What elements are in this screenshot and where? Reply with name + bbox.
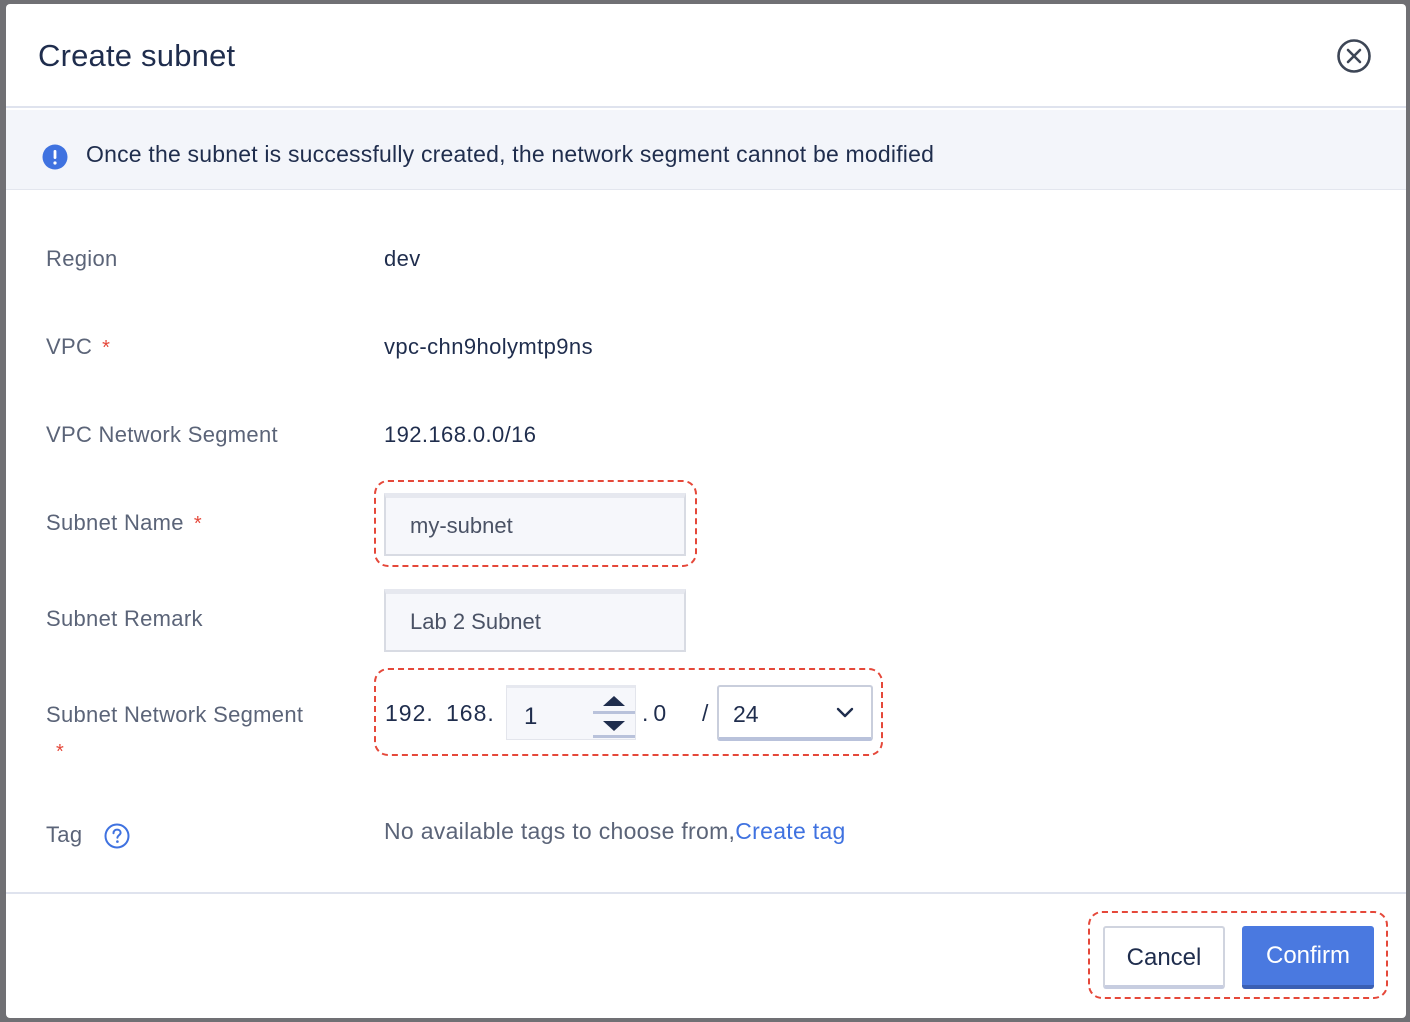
prefix-value: 24 xyxy=(733,701,759,727)
subnet-name-input[interactable] xyxy=(384,493,686,556)
subnet-remark-label-text: Subnet Remark xyxy=(46,606,203,631)
subnet-name-label: Subnet Name * xyxy=(46,510,202,536)
tag-label-text: Tag xyxy=(46,822,83,847)
question-circle-icon[interactable] xyxy=(104,823,130,849)
vpc-value: vpc-chn9holymtp9ns xyxy=(384,334,593,359)
segment-octet1: 192. xyxy=(385,700,434,726)
caret-up-icon[interactable] xyxy=(593,692,635,716)
create-tag-link[interactable]: Create tag xyxy=(735,818,845,844)
subnet-remark-label: Subnet Remark xyxy=(46,606,203,632)
subnet-segment-required: * xyxy=(46,738,64,764)
close-icon[interactable] xyxy=(1336,38,1372,74)
region-value: dev xyxy=(384,246,421,271)
prefix-select[interactable]: 24 xyxy=(717,685,873,741)
vpc-label-text: VPC xyxy=(46,334,93,359)
confirm-button[interactable]: Confirm xyxy=(1242,926,1374,989)
vpc-segment-label: VPC Network Segment xyxy=(46,422,278,448)
octet3-value[interactable]: 1 xyxy=(524,703,537,731)
region-label-text: Region xyxy=(46,246,118,271)
create-subnet-dialog: Create subnet Once the subnet is success… xyxy=(6,4,1406,1018)
dialog-header: Create subnet xyxy=(6,4,1406,108)
tag-message: No available tags to choose from,Create … xyxy=(384,818,846,845)
info-alert: Once the subnet is successfully created,… xyxy=(6,110,1406,190)
subnet-segment-label-text: Subnet Network Segment xyxy=(46,702,304,727)
info-icon xyxy=(42,144,68,170)
alert-message: Once the subnet is successfully created,… xyxy=(86,141,935,167)
required-mark: * xyxy=(102,337,111,359)
subnet-segment-label: Subnet Network Segment xyxy=(46,702,303,728)
dialog-title: Create subnet xyxy=(38,38,236,73)
footer-divider xyxy=(6,892,1406,894)
subnet-remark-input[interactable] xyxy=(384,589,686,652)
chevron-down-icon xyxy=(835,705,855,719)
tag-label: Tag xyxy=(46,822,82,848)
caret-down-icon[interactable] xyxy=(593,715,635,739)
region-label: Region xyxy=(46,246,118,272)
required-mark: * xyxy=(193,513,202,535)
vpc-label: VPC * xyxy=(46,334,110,360)
subnet-name-label-text: Subnet Name xyxy=(46,510,184,535)
cancel-button[interactable]: Cancel xyxy=(1103,926,1225,989)
vpc-segment-value: 192.168.0.0/16 xyxy=(384,422,537,447)
segment-slash: / xyxy=(702,700,710,726)
segment-octet2: 168. xyxy=(446,700,495,726)
vpc-segment-label-text: VPC Network Segment xyxy=(46,422,278,447)
octet3-stepper[interactable]: 1 xyxy=(506,685,636,740)
required-mark: * xyxy=(56,741,65,763)
tag-empty-text: No available tags to choose from, xyxy=(384,818,736,844)
segment-octet4: .0 xyxy=(642,700,668,726)
